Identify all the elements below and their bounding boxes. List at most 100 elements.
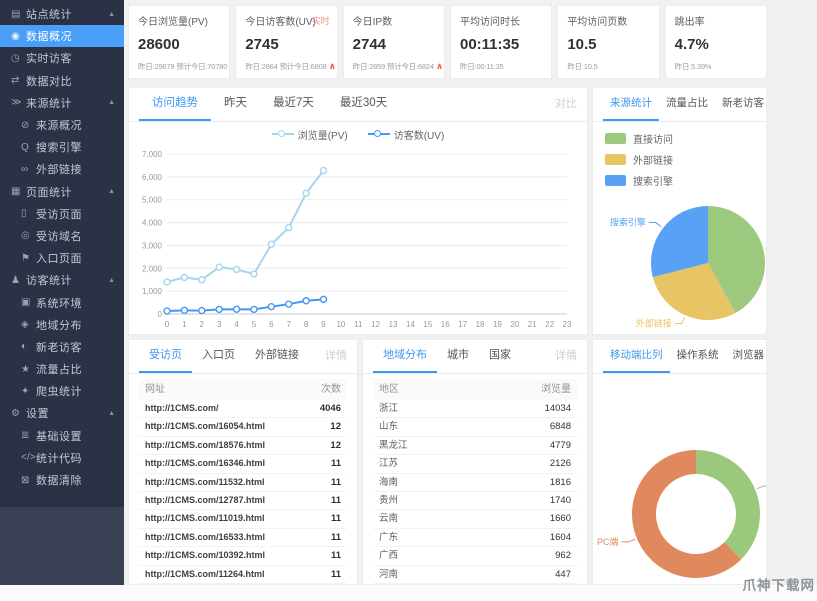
sidebar-item-settings-gear[interactable]: ⚙设置▲ xyxy=(0,402,124,424)
legend-label: 浏览量(PV) xyxy=(298,127,348,142)
sidebar-item-region-map[interactable]: ◈地域分布 xyxy=(0,314,124,336)
trend-tabs: 访问趋势昨天最近7天最近30天 xyxy=(139,88,400,121)
settings-gear-icon: ⚙ xyxy=(11,408,26,419)
sidebar-item-basic-settings[interactable]: ≣基础设置 xyxy=(0,425,124,447)
svg-text:13: 13 xyxy=(389,320,398,329)
row-value: 1740 xyxy=(550,492,571,509)
region-panel: 地域分布城市国家 详情 地区浏览量浙江14034山东6848黑龙江4779江苏2… xyxy=(362,339,588,585)
pages-panel: 受访页入口页外部链接 详情 网址次数http://1CMS.com/4046ht… xyxy=(128,339,358,585)
panel-tab[interactable]: 最近30天 xyxy=(327,88,400,121)
sidebar-item-label: 数据概况 xyxy=(26,28,72,44)
visitor-stats-icon: ♟ xyxy=(11,275,26,286)
svg-text:0: 0 xyxy=(165,320,170,329)
sidebar-item-page-stats[interactable]: ▦页面统计▲ xyxy=(0,181,124,203)
sidebar-item-label: 数据清除 xyxy=(36,472,82,488)
row-key: http://1CMS.com/18576.html xyxy=(145,437,265,454)
svg-text:10: 10 xyxy=(336,320,345,329)
sidebar-item-label: 入口页面 xyxy=(36,250,82,266)
sidebar-item-new-old-visitors[interactable]: ◐新老访客 xyxy=(0,336,124,358)
table-row: 海南1816 xyxy=(373,474,577,492)
row-value: 2126 xyxy=(550,455,571,472)
panel-tab[interactable]: 操作系统 xyxy=(670,340,726,373)
sidebar-item-source-overview[interactable]: ⊘来源概况 xyxy=(0,114,124,136)
stat-card-subtext: 昨日:29679 预计今日:70780 xyxy=(138,61,222,72)
sidebar-item-visited-pages[interactable]: ▯受访页面 xyxy=(0,203,124,225)
compare-link[interactable]: 对比 xyxy=(555,88,577,121)
trend-tabbar: 访问趋势昨天最近7天最近30天 对比 xyxy=(129,88,587,122)
collapse-arrow-icon[interactable]: ▲ xyxy=(108,99,115,106)
pages-detail-link[interactable]: 详情 xyxy=(325,340,347,373)
panel-tab[interactable]: 昨天 xyxy=(211,88,260,121)
stat-card-subtext: 昨日:5.39% xyxy=(675,61,759,72)
row-value: 11 xyxy=(331,455,341,472)
table-row: 贵州1740 xyxy=(373,492,577,510)
sidebar-item-search-engine[interactable]: Q搜索引擎 xyxy=(0,136,124,158)
sidebar-item-site-stats[interactable]: ▤站点统计▲ xyxy=(0,3,124,25)
table-row: 黑龙江4779 xyxy=(373,437,577,455)
svg-text:3: 3 xyxy=(217,320,222,329)
svg-text:11: 11 xyxy=(354,320,363,329)
region-detail-link[interactable]: 详情 xyxy=(555,340,577,373)
table-header: 地区浏览量 xyxy=(373,379,577,400)
panel-tab[interactable]: 最近7天 xyxy=(260,88,327,121)
svg-text:5,000: 5,000 xyxy=(142,196,163,205)
sidebar-footer xyxy=(0,507,124,585)
legend-item[interactable]: 访客数(UV) xyxy=(368,127,445,142)
legend-item[interactable]: 浏览量(PV) xyxy=(272,127,348,142)
table-row: 云南1660 xyxy=(373,510,577,528)
sidebar-item-crawler-stats[interactable]: ✦爬虫统计 xyxy=(0,380,124,402)
sidebar-item-label: 页面统计 xyxy=(26,184,72,200)
row-key: http://1CMS.com/16533.html xyxy=(145,529,265,546)
stat-card-title: 跳出率 xyxy=(675,13,759,28)
row-key: 云南 xyxy=(379,510,398,527)
sidebar-item-source-stats[interactable]: ≫来源统计▲ xyxy=(0,92,124,114)
svg-text:22: 22 xyxy=(545,320,554,329)
panel-tab[interactable]: 城市 xyxy=(437,340,479,373)
sidebar-item-external-links[interactable]: ∞外部链接 xyxy=(0,158,124,180)
sidebar-item-label: 外部链接 xyxy=(36,161,82,177)
panel-tab[interactable]: 移动端比列 xyxy=(603,340,670,373)
collapse-arrow-icon[interactable]: ▲ xyxy=(108,277,115,284)
sidebar-item-system-env[interactable]: ▣系统环境 xyxy=(0,291,124,313)
row-value: 12 xyxy=(330,418,341,435)
bottom-strip xyxy=(0,585,817,601)
panel-tab[interactable]: 外部链接 xyxy=(245,340,309,373)
panel-tab[interactable]: 来源统计 xyxy=(603,88,659,121)
visited-domains-icon: ◎ xyxy=(21,230,36,241)
region-table: 地区浏览量浙江14034山东6848黑龙江4779江苏2126海南1816贵州1… xyxy=(373,379,577,584)
stat-card-value: 28600 xyxy=(138,36,222,53)
realtime-badge: 实时 xyxy=(312,14,330,27)
sidebar-item-entry-pages[interactable]: ⚑入口页面 xyxy=(0,247,124,269)
sidebar-item-data-overview[interactable]: ◉数据概况 xyxy=(0,25,124,47)
sidebar-item-visited-domains[interactable]: ◎受访域名 xyxy=(0,225,124,247)
table-row: http://1CMS.com/10392.html11 xyxy=(139,547,347,565)
svg-text:23: 23 xyxy=(563,320,572,329)
sidebar-item-visitor-stats[interactable]: ♟访客统计▲ xyxy=(0,269,124,291)
system-env-icon: ▣ xyxy=(21,297,36,308)
svg-text:5: 5 xyxy=(252,320,257,329)
stat-card-subtext: 昨日:2864 预计今日:6808∧ xyxy=(245,61,329,72)
collapse-arrow-icon[interactable]: ▲ xyxy=(108,188,115,195)
panel-tab[interactable]: 入口页 xyxy=(192,340,245,373)
panel-tab[interactable]: 地域分布 xyxy=(373,340,437,373)
sidebar-item-realtime-visitors[interactable]: ◷实时访客 xyxy=(0,47,124,69)
sidebar-item-data-compare[interactable]: ⇄数据对比 xyxy=(0,70,124,92)
stat-cards-row: 今日浏览量(PV)28600昨日:29679 预计今日:70780今日访客数(U… xyxy=(128,5,767,79)
sidebar-item-label: 受访域名 xyxy=(36,228,82,244)
sidebar-item-traffic-share[interactable]: ★流量占比 xyxy=(0,358,124,380)
svg-text:8: 8 xyxy=(304,320,309,329)
stat-card-value: 2745 xyxy=(245,36,329,53)
panel-tab[interactable]: 流量占比 xyxy=(659,88,715,121)
collapse-arrow-icon[interactable]: ▲ xyxy=(108,410,115,417)
region-tabs: 地域分布城市国家 xyxy=(373,340,521,373)
panel-tab[interactable]: 新老访客 xyxy=(715,88,767,121)
sidebar-item-label: 基础设置 xyxy=(36,428,82,444)
panel-tab[interactable]: 访问趋势 xyxy=(139,88,211,121)
basic-settings-icon: ≣ xyxy=(21,430,36,441)
sidebar-item-tracking-code[interactable]: </>统计代码 xyxy=(0,447,124,469)
collapse-arrow-icon[interactable]: ▲ xyxy=(108,11,115,18)
panel-tab[interactable]: 受访页 xyxy=(139,340,192,373)
panel-tab[interactable]: 国家 xyxy=(479,340,521,373)
panel-tab[interactable]: 浏览器 xyxy=(726,340,768,373)
sidebar-item-data-clear[interactable]: ⊠数据清除 xyxy=(0,469,124,491)
